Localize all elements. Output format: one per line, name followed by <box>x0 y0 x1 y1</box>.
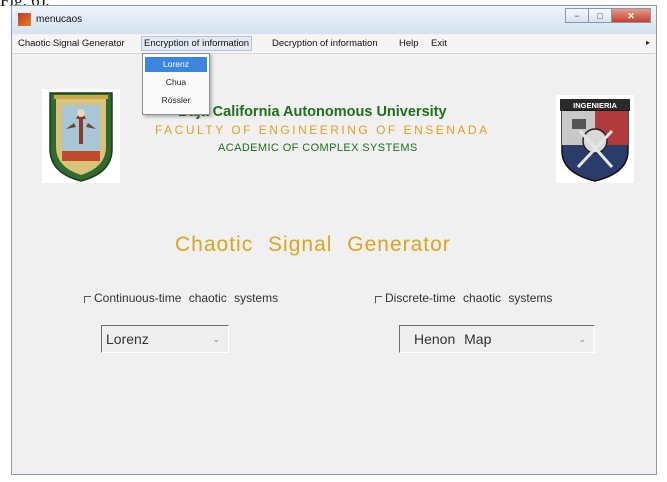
close-button[interactable]: ✕ <box>611 8 651 23</box>
window-title: menucaos <box>36 14 83 25</box>
menu-help[interactable]: Help <box>399 38 419 49</box>
continuous-system-select[interactable]: Lorenz ⌄ <box>101 325 229 353</box>
page-title: Chaotic Signal Generator <box>175 233 451 256</box>
menu-chaotic-signal-generator[interactable]: Chaotic Signal Generator <box>18 38 125 49</box>
dropdown-item-lorenz[interactable]: Lorenz <box>145 57 207 72</box>
university-name: Baja California Autonomous University <box>178 104 447 120</box>
discrete-checkbox[interactable] <box>375 296 382 303</box>
menu-bar: Chaotic Signal Generator Encryption of i… <box>13 35 655 54</box>
continuous-checkbox[interactable] <box>84 296 91 303</box>
maximize-button[interactable]: □ <box>588 8 612 23</box>
chevron-down-icon: ⌄ <box>578 334 586 344</box>
continuous-checkbox-label: Continuous-time chaotic systems <box>94 291 279 305</box>
continuous-select-value: Lorenz <box>106 331 149 347</box>
encryption-dropdown-menu: Lorenz Chua Rössler <box>142 53 210 115</box>
matlab-app-icon <box>18 13 31 26</box>
chevron-down-icon: ⌄ <box>212 334 220 344</box>
engineering-faculty-logo: INGENIERIA <box>556 95 634 183</box>
faculty-name: FACULTY OF ENGINEERING OF ENSENADA <box>155 123 490 137</box>
app-window: menucaos − □ ✕ Chaotic Signal Generator … <box>11 5 657 475</box>
logo-banner-text: INGENIERIA <box>573 101 617 110</box>
minimize-button[interactable]: − <box>565 8 589 23</box>
menu-encryption-of-information[interactable]: Encryption of information <box>141 36 253 51</box>
discrete-system-select[interactable]: Henon Map ⌄ <box>399 325 595 353</box>
window-controls: − □ ✕ <box>565 8 651 23</box>
menu-decryption-of-information[interactable]: Decryption of information <box>272 38 378 49</box>
university-shield-logo <box>42 89 120 183</box>
academic-name: ACADEMIC OF COMPLEX SYSTEMS <box>218 142 418 154</box>
menu-exit[interactable]: Exit <box>431 38 447 49</box>
dropdown-item-rossler[interactable]: Rössler <box>145 93 207 108</box>
discrete-checkbox-label: Discrete-time chaotic systems <box>385 291 553 305</box>
dropdown-item-chua[interactable]: Chua <box>145 75 207 90</box>
discrete-select-value: Henon Map <box>414 331 492 347</box>
menu-overflow-arrow-icon[interactable]: ▸ <box>646 38 650 47</box>
title-bar: menucaos − □ ✕ <box>12 6 656 34</box>
